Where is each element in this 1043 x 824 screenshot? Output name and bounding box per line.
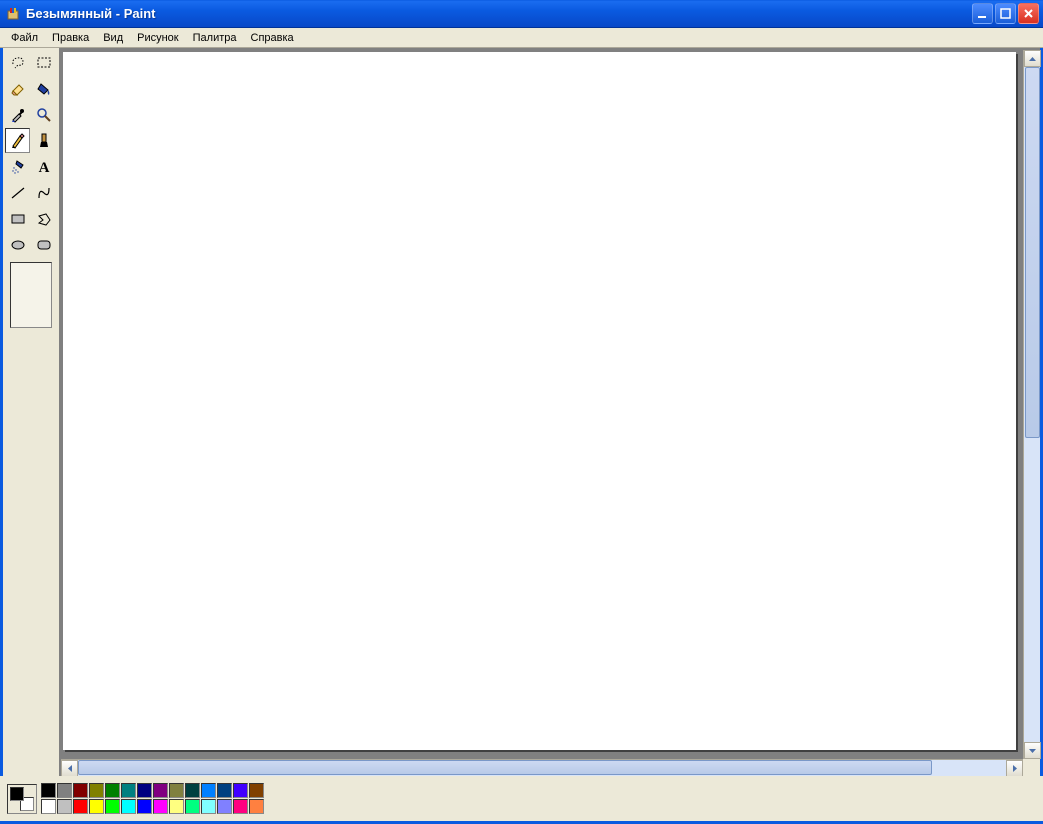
eraser-tool[interactable]: [5, 76, 30, 101]
color-swatch[interactable]: [201, 799, 216, 814]
app-icon: [6, 6, 22, 22]
color-swatch[interactable]: [121, 783, 136, 798]
toolbox: A: [3, 48, 59, 776]
menu-bar: Файл Правка Вид Рисунок Палитра Справка: [0, 28, 1043, 48]
scroll-left-button[interactable]: [61, 760, 78, 777]
color-swatch[interactable]: [153, 799, 168, 814]
close-button[interactable]: [1018, 3, 1039, 24]
magnify-tool[interactable]: [31, 102, 56, 127]
scroll-down-button[interactable]: [1024, 742, 1041, 759]
brush-tool[interactable]: [31, 128, 56, 153]
scrollbar-corner: [1023, 759, 1040, 776]
color-swatch[interactable]: [233, 783, 248, 798]
canvas-viewport: [61, 50, 1023, 759]
rounded-rect-tool[interactable]: [31, 232, 56, 257]
menu-help[interactable]: Справка: [244, 30, 301, 46]
rectangle-tool[interactable]: [5, 206, 30, 231]
color-swatch[interactable]: [73, 799, 88, 814]
color-swatch[interactable]: [185, 783, 200, 798]
scroll-up-button[interactable]: [1024, 50, 1041, 67]
airbrush-tool[interactable]: [5, 154, 30, 179]
color-swatch[interactable]: [89, 799, 104, 814]
color-swatch[interactable]: [217, 799, 232, 814]
color-swatch[interactable]: [249, 783, 264, 798]
title-bar: Безымянный - Paint: [0, 0, 1043, 28]
scroll-right-button[interactable]: [1006, 760, 1023, 777]
color-swatch[interactable]: [153, 783, 168, 798]
vscroll-track[interactable]: [1024, 67, 1040, 742]
color-swatch[interactable]: [73, 783, 88, 798]
horizontal-scrollbar[interactable]: [61, 759, 1023, 776]
color-palette: [41, 783, 264, 814]
menu-file[interactable]: Файл: [4, 30, 45, 46]
hscroll-thumb[interactable]: [78, 760, 932, 775]
free-select-tool[interactable]: [5, 50, 30, 75]
minimize-button[interactable]: [972, 3, 993, 24]
window-buttons: [972, 3, 1039, 24]
color-swatch[interactable]: [249, 799, 264, 814]
color-swatch[interactable]: [121, 799, 136, 814]
tool-grid: A: [5, 50, 57, 258]
color-swatch[interactable]: [105, 783, 120, 798]
color-swatch[interactable]: [57, 783, 72, 798]
color-swatch[interactable]: [169, 799, 184, 814]
foreground-color-icon[interactable]: [10, 787, 24, 801]
ellipse-tool[interactable]: [5, 232, 30, 257]
fill-tool[interactable]: [31, 76, 56, 101]
color-swatch[interactable]: [201, 783, 216, 798]
color-swatch[interactable]: [185, 799, 200, 814]
eyedropper-tool[interactable]: [5, 102, 30, 127]
canvas-zone: [59, 48, 1040, 776]
color-swatch[interactable]: [57, 799, 72, 814]
rect-select-tool[interactable]: [31, 50, 56, 75]
vertical-scrollbar[interactable]: [1023, 50, 1040, 759]
color-swatch[interactable]: [137, 783, 152, 798]
menu-palette[interactable]: Палитра: [186, 30, 244, 46]
color-swatch[interactable]: [169, 783, 184, 798]
menu-edit[interactable]: Правка: [45, 30, 96, 46]
color-swatch[interactable]: [89, 783, 104, 798]
menu-view[interactable]: Вид: [96, 30, 130, 46]
color-indicator[interactable]: [7, 784, 37, 814]
palette-row-2: [41, 799, 264, 814]
color-swatch[interactable]: [105, 799, 120, 814]
palette-row-1: [41, 783, 264, 798]
svg-text:A: A: [38, 160, 49, 175]
color-swatch[interactable]: [217, 783, 232, 798]
text-tool[interactable]: A: [31, 154, 56, 179]
vscroll-thumb[interactable]: [1025, 67, 1040, 438]
color-swatch[interactable]: [137, 799, 152, 814]
curve-tool[interactable]: [31, 180, 56, 205]
menu-image[interactable]: Рисунок: [130, 30, 186, 46]
tool-options[interactable]: [10, 262, 52, 328]
color-swatch[interactable]: [233, 799, 248, 814]
color-box: [3, 776, 1040, 821]
hscroll-track[interactable]: [78, 760, 1006, 776]
polygon-tool[interactable]: [31, 206, 56, 231]
color-swatch[interactable]: [41, 799, 56, 814]
window-title: Безымянный - Paint: [26, 6, 972, 21]
color-swatch[interactable]: [41, 783, 56, 798]
drawing-canvas[interactable]: [63, 52, 1016, 750]
client-area: A: [0, 48, 1043, 776]
pencil-tool[interactable]: [5, 128, 30, 153]
line-tool[interactable]: [5, 180, 30, 205]
maximize-button[interactable]: [995, 3, 1016, 24]
